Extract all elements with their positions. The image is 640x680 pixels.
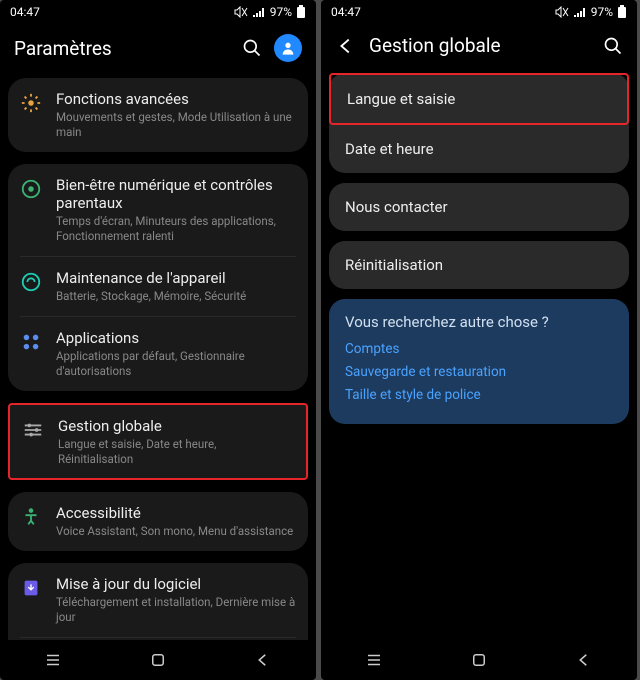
signal-icon	[573, 7, 587, 17]
status-bar: 04:47 97%	[321, 0, 637, 24]
settings-item-update[interactable]: Mise à jour du logiciel Téléchargement et…	[8, 563, 308, 637]
settings-item-wellbeing[interactable]: Bien-être numérique et contrôles parenta…	[8, 164, 308, 256]
home-button[interactable]	[149, 651, 167, 669]
suggestion-heading: Vous recherchez autre chose ?	[345, 313, 613, 331]
item-title: Bien-être numérique et contrôles parenta…	[56, 176, 296, 212]
status-bar: 04:47 97%	[0, 0, 316, 24]
search-suggestions: Vous recherchez autre chose ? Comptes Sa…	[329, 299, 629, 424]
row-langue[interactable]: Langue et saisie	[329, 73, 629, 125]
wellbeing-icon	[20, 178, 42, 200]
item-sub: Langue et saisie, Date et heure, Réiniti…	[58, 437, 294, 467]
sliders-icon	[22, 419, 44, 441]
item-sub: Temps d'écran, Minuteurs des application…	[56, 214, 296, 244]
settings-list: Fonctions avancées Mouvements et gestes, …	[0, 72, 316, 640]
advanced-icon	[20, 92, 42, 114]
item-sub: Batterie, Stockage, Mémoire, Sécurité	[56, 289, 296, 304]
item-sub: Mouvements et gestes, Mode Utilisation à…	[56, 110, 296, 140]
header: Gestion globale	[321, 24, 637, 67]
item-title: Mise à jour du logiciel	[56, 575, 296, 593]
search-icon[interactable]	[242, 38, 262, 58]
row-contact[interactable]: Nous contacter	[329, 183, 629, 231]
status-time: 04:47	[10, 5, 40, 19]
battery-icon	[296, 5, 306, 19]
status-icons: 97%	[555, 5, 627, 19]
suggestion-link-police[interactable]: Taille et style de police	[345, 387, 613, 403]
page-title: Gestion globale	[369, 34, 591, 57]
item-title: Gestion globale	[58, 417, 294, 435]
signal-icon	[252, 7, 266, 17]
back-button[interactable]	[254, 651, 272, 669]
item-sub: Téléchargement et installation, Dernière…	[56, 595, 296, 625]
item-sub: Voice Assistant, Son mono, Menu d'assist…	[56, 524, 296, 539]
devicecare-icon	[20, 271, 42, 293]
recents-button[interactable]	[44, 651, 62, 669]
phone-left: 04:47 97% Paramètres Fonctions avancées M…	[0, 0, 316, 680]
phone-right: 04:47 97% Gestion globale Langue et sais…	[321, 0, 637, 680]
item-title: Applications	[56, 329, 296, 347]
accessibility-icon	[20, 506, 42, 528]
item-title: Fonctions avancées	[56, 90, 296, 108]
global-list: Langue et saisie Date et heure Nous cont…	[321, 67, 637, 640]
mute-icon	[234, 6, 248, 18]
item-sub: Applications par défaut, Gestionnaire d'…	[56, 349, 296, 379]
back-icon[interactable]	[335, 35, 357, 57]
highlight-box-gestion: Gestion globale Langue et saisie, Date et…	[8, 403, 308, 481]
settings-item-apps[interactable]: Applications Applications par défaut, Ges…	[20, 316, 296, 391]
battery-percent: 97%	[270, 5, 292, 19]
search-icon[interactable]	[603, 36, 623, 56]
row-label: Date et heure	[345, 140, 434, 158]
back-button[interactable]	[575, 651, 593, 669]
settings-item-accessibility[interactable]: Accessibilité Voice Assistant, Son mono, …	[8, 492, 308, 551]
row-label: Langue et saisie	[347, 90, 455, 108]
row-reset[interactable]: Réinitialisation	[329, 241, 629, 289]
status-icons: 97%	[234, 5, 306, 19]
status-time: 04:47	[331, 5, 361, 19]
settings-item-global[interactable]: Gestion globale Langue et saisie, Date et…	[10, 405, 306, 479]
update-icon	[20, 577, 42, 599]
profile-button[interactable]	[274, 34, 302, 62]
row-label: Réinitialisation	[345, 256, 443, 274]
settings-item-devicecare[interactable]: Maintenance de l'appareil Batterie, Stock…	[20, 256, 296, 316]
battery-percent: 97%	[591, 5, 613, 19]
person-icon	[280, 40, 296, 56]
settings-item-advanced[interactable]: Fonctions avancées Mouvements et gestes, …	[8, 78, 308, 152]
header: Paramètres	[0, 24, 316, 72]
recents-button[interactable]	[365, 651, 383, 669]
navbar	[321, 640, 637, 680]
item-title: Maintenance de l'appareil	[56, 269, 296, 287]
row-date[interactable]: Date et heure	[329, 125, 629, 173]
home-button[interactable]	[470, 651, 488, 669]
battery-icon	[617, 5, 627, 19]
suggestion-link-sauvegarde[interactable]: Sauvegarde et restauration	[345, 364, 613, 380]
page-title: Paramètres	[14, 37, 230, 60]
navbar	[0, 640, 316, 680]
apps-icon	[20, 331, 42, 353]
row-label: Nous contacter	[345, 198, 448, 216]
suggestion-link-comptes[interactable]: Comptes	[345, 341, 613, 357]
mute-icon	[555, 6, 569, 18]
item-title: Accessibilité	[56, 504, 296, 522]
